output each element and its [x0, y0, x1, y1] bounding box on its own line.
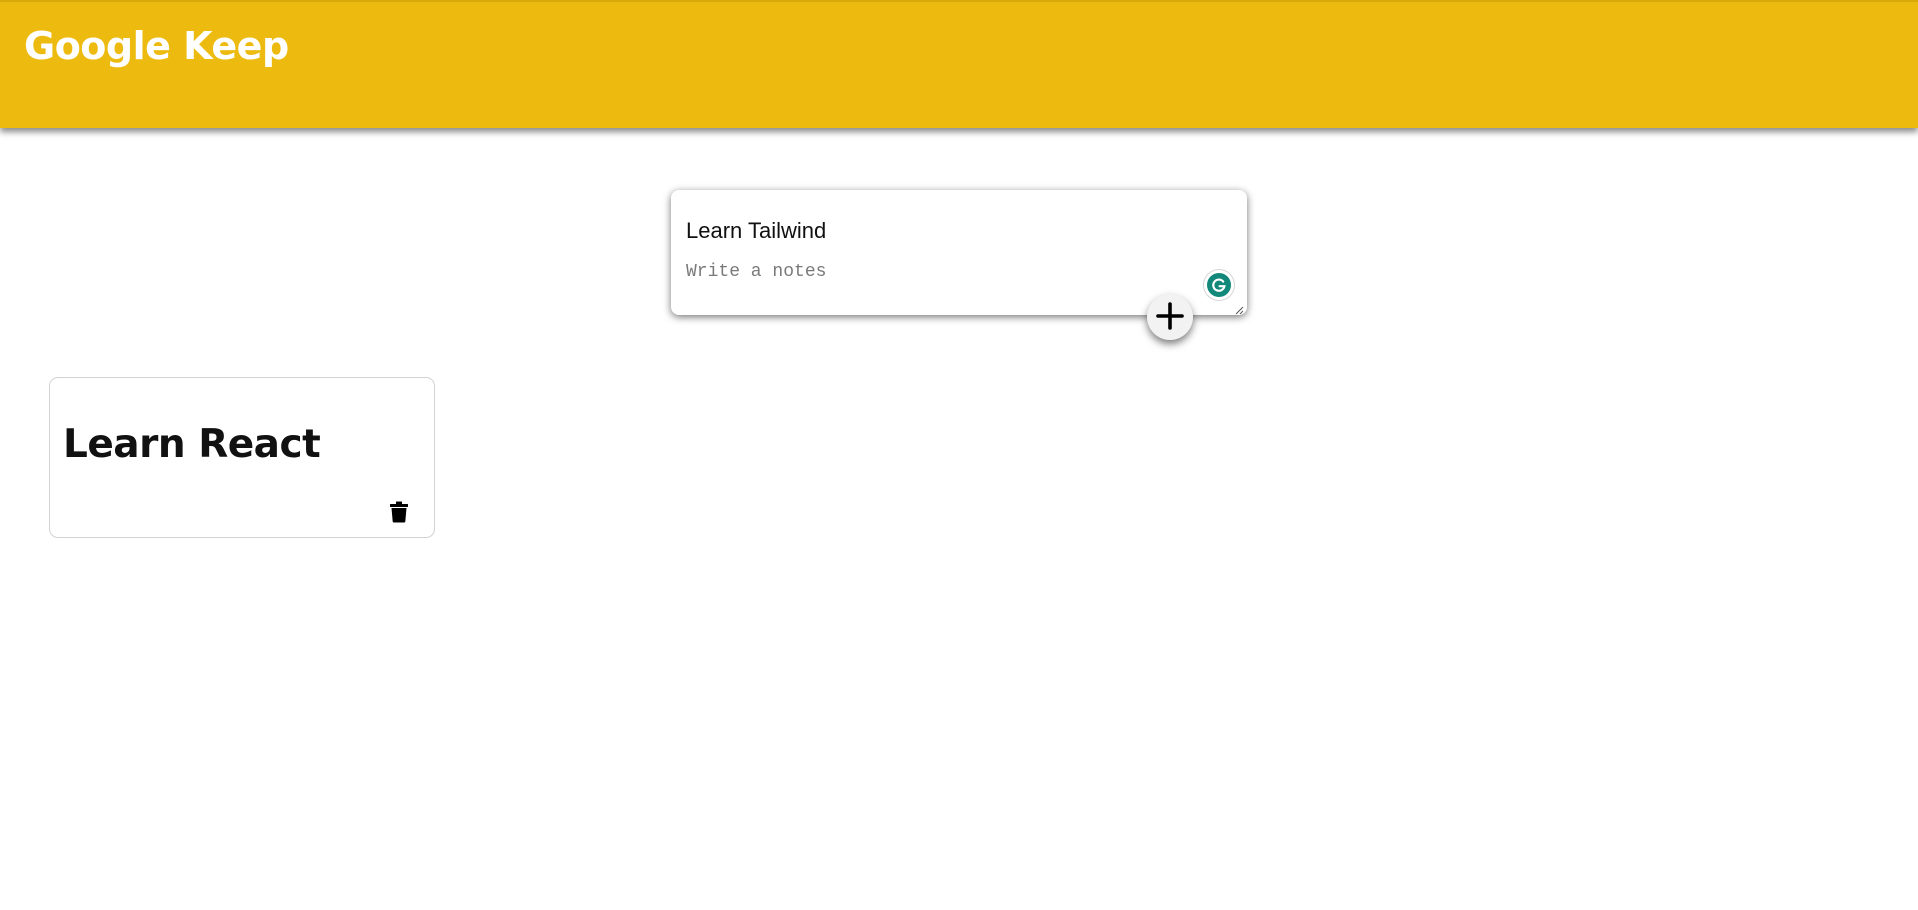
grammarly-icon[interactable]	[1204, 270, 1234, 300]
note-card: Learn React	[49, 377, 435, 538]
note-title: Learn React	[63, 422, 321, 467]
resize-handle-icon[interactable]	[1234, 302, 1244, 315]
delete-note-button[interactable]	[384, 498, 414, 528]
add-note-button[interactable]	[1147, 294, 1193, 340]
plus-icon	[1155, 301, 1185, 334]
note-content-textarea[interactable]	[686, 262, 1206, 306]
app-header: Google Keep	[0, 0, 1918, 128]
app-title: Google Keep	[24, 24, 289, 68]
note-title-input[interactable]	[686, 214, 1166, 248]
trash-icon	[390, 501, 408, 526]
